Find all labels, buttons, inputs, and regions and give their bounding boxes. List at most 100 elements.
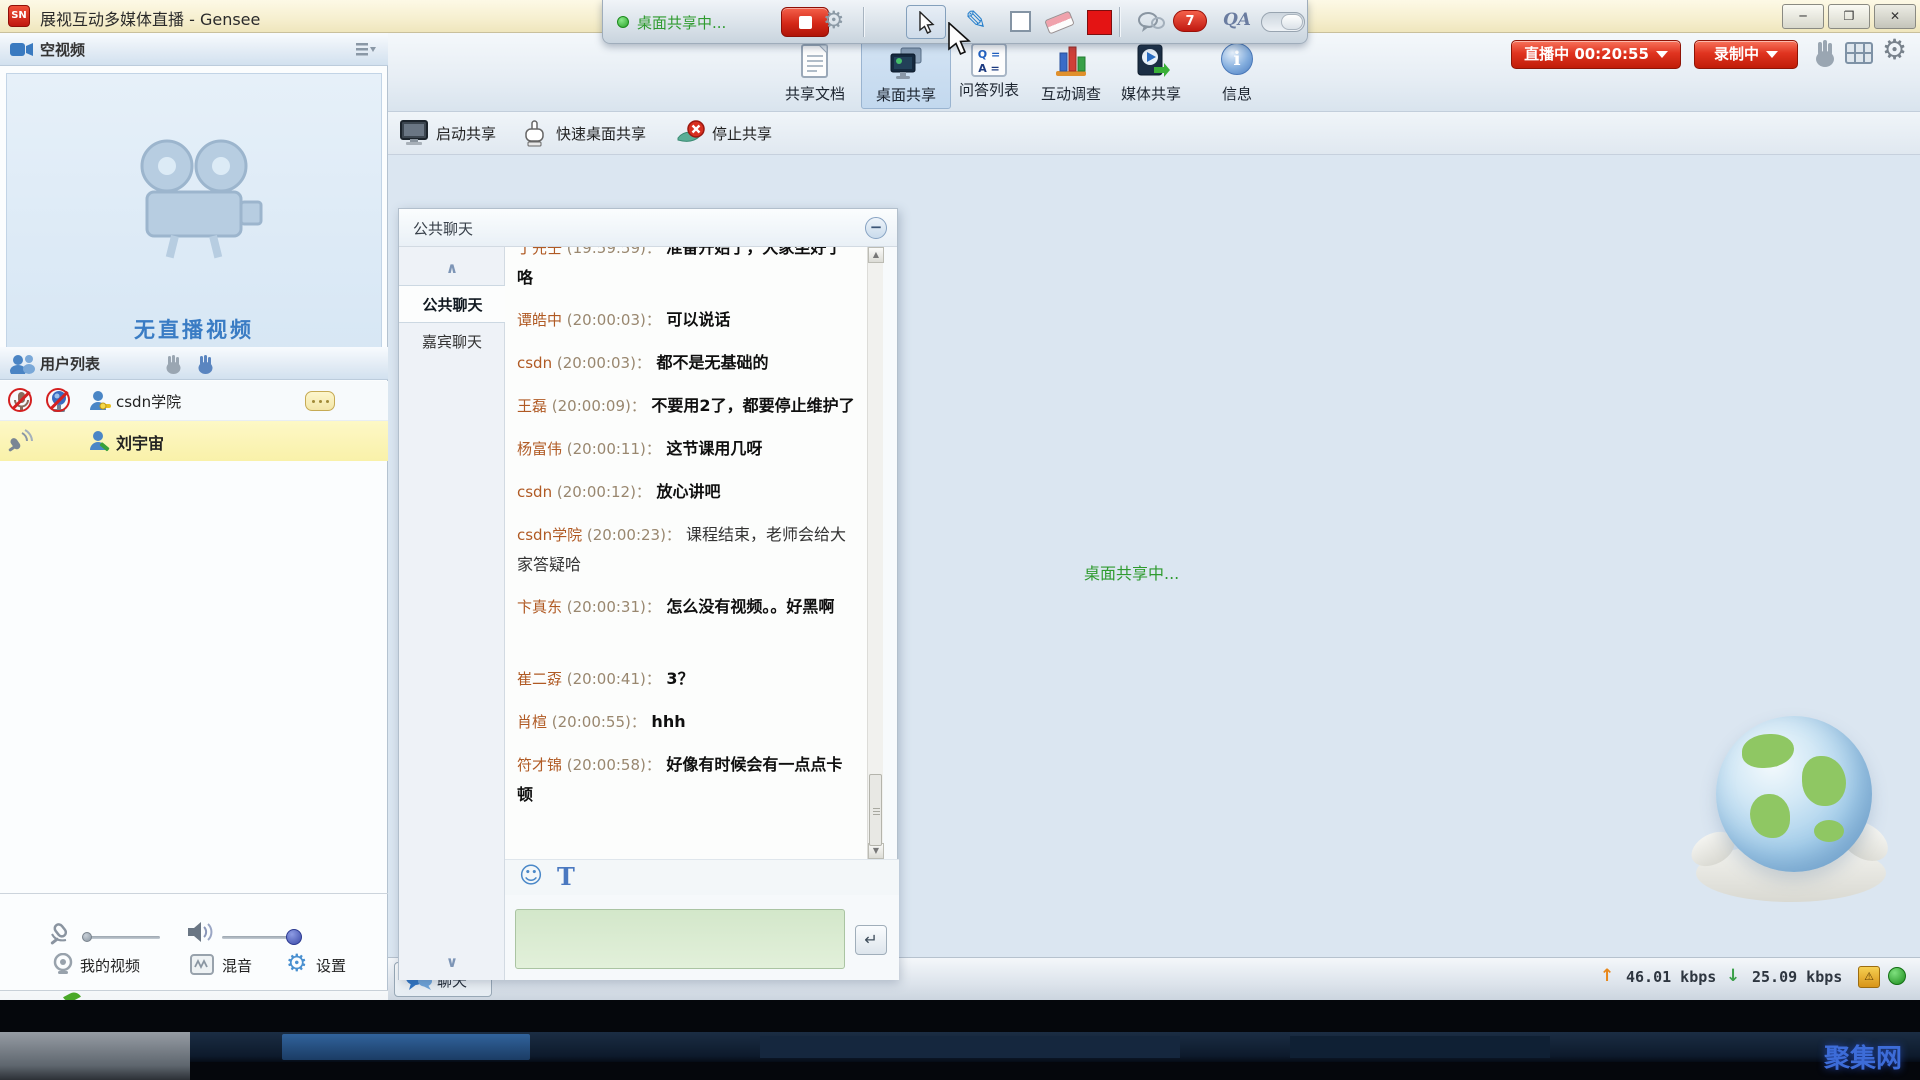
chevron-down-icon[interactable]: ∨ (399, 953, 505, 971)
red-color-swatch (1087, 10, 1112, 35)
eraser-icon (1044, 10, 1075, 35)
upload-arrow-icon: ↑ (1600, 966, 1615, 986)
chat-scrollbar[interactable]: ▲ ▼ (867, 247, 884, 859)
raise-hand-icon[interactable] (194, 354, 214, 374)
download-arrow-icon: ↓ (1726, 966, 1741, 986)
recording-status-button[interactable]: 录制中 (1694, 40, 1798, 69)
app-window: SN 展视互动多媒体直播 - Gensee ─ ❐ ✕ 空视频 无直播视频 用户… (0, 0, 1920, 1080)
layout-grid-icon[interactable] (1845, 42, 1873, 66)
sharing-status-dot (617, 16, 629, 28)
qa-icon[interactable]: QA (1223, 10, 1251, 30)
desktop-share-icon (887, 44, 925, 82)
chat-panel: 公共聊天 − ∧ 公共聊天 嘉宾聊天 ∨ 丁先壬 (19:59:59)： 准备开… (398, 208, 899, 980)
main-toolbar: 共享文档 桌面共享 Q = A = 问答列表 互动调查 媒体共享 i 信息 (388, 33, 1920, 112)
user-name: csdn学院 (116, 393, 182, 411)
chat-message: csdn (20:00:12)： 放心讲吧 (517, 482, 721, 501)
toolbar-desktop-share[interactable]: 桌面共享 (861, 37, 951, 109)
share-settings-gear-icon[interactable]: ⚙ (823, 8, 845, 32)
user-row-liuyuzhou[interactable]: 刘宇宙 (0, 421, 388, 461)
pointer-tool-button[interactable] (906, 5, 946, 39)
chat-message: 王磊 (20:00:09)： 不要用2了，都要停止维护了 (517, 396, 855, 415)
settings-button[interactable]: 设置 (316, 955, 346, 976)
start-share-icon (400, 120, 428, 145)
tab-guest-chat[interactable]: 嘉宾聊天 (399, 323, 505, 361)
toolbar-info[interactable]: i 信息 (1192, 37, 1282, 109)
close-button[interactable]: ✕ (1874, 4, 1916, 29)
chat-minimize-button[interactable]: − (865, 217, 887, 239)
camera-icon (10, 43, 33, 56)
connection-ok-icon (1888, 967, 1906, 985)
share-doc-icon (796, 43, 834, 81)
send-button[interactable]: ↵ (855, 925, 887, 955)
main-settings-gear-icon[interactable]: ⚙ (1882, 36, 1907, 64)
eraser-tool-button[interactable] (1039, 5, 1079, 39)
emoticon-button[interactable]: ☺ (519, 863, 543, 889)
chat-message-list[interactable]: 丁先壬 (19:59:59)： 准备开始了，大家坐好了咯谭皓中 (20:00:0… (505, 247, 867, 859)
upload-speed: 46.01 kbps (1626, 968, 1717, 986)
info-icon: i (1218, 43, 1256, 81)
raise-hand-toolbar-icon[interactable] (1810, 39, 1838, 67)
presenter-key-icon (90, 391, 111, 410)
unread-count-badge[interactable]: 7 (1173, 10, 1207, 32)
panel-menu-icon[interactable] (356, 43, 376, 56)
qa-list-icon: Q = A = (971, 43, 1007, 77)
maximize-button[interactable]: ❐ (1828, 4, 1870, 29)
toolbar-media-share[interactable]: 媒体共享 (1106, 37, 1196, 109)
chat-message: 杨富伟 (20:00:11)： 这节课用几呀 (517, 439, 763, 458)
user-name: 刘宇宙 (116, 434, 165, 453)
mic-volume-knob[interactable] (82, 932, 92, 942)
toolbar-survey[interactable]: 互动调查 (1026, 37, 1116, 109)
chevron-up-icon[interactable]: ∧ (399, 259, 505, 277)
mic-active-icon[interactable] (6, 429, 36, 455)
toolbar-share-doc[interactable]: 共享文档 (770, 37, 860, 109)
share-action-bar: 启动共享 快速桌面共享 停止共享 (388, 112, 1920, 155)
rectangle-icon (1010, 11, 1031, 32)
mix-button[interactable]: 混音 (222, 955, 252, 976)
overlay-chat-button[interactable] (1131, 5, 1171, 39)
rectangle-tool-button[interactable] (1001, 5, 1041, 39)
movie-camera-illustration (140, 139, 263, 259)
minimize-button[interactable]: ─ (1782, 4, 1824, 29)
presenter-pencil-icon (90, 431, 110, 452)
quick-share-button[interactable]: 快速桌面共享 (556, 123, 646, 144)
stop-sharing-button[interactable] (781, 7, 829, 37)
chat-message: 卞真东 (20:00:31)： 怎么没有视频。。好黑啊 (517, 597, 835, 616)
chat-format-bar: ☺ T (505, 859, 899, 895)
users-icon (10, 355, 35, 374)
my-video-button[interactable]: 我的视频 (80, 955, 140, 976)
chat-panel-title: 公共聊天 (413, 220, 474, 238)
quick-share-hand-icon (525, 120, 544, 147)
chat-input-box[interactable] (515, 909, 845, 969)
scroll-up-icon[interactable]: ▲ (868, 247, 884, 263)
text-format-button[interactable]: T (557, 862, 575, 891)
mic-disabled-icon[interactable] (8, 388, 36, 416)
user-list-title: 用户列表 (40, 355, 101, 373)
chat-message: 谭皓中 (20:00:03)： 可以说话 (517, 310, 731, 329)
chat-message: 丁先壬 (19:59:59)： 准备开始了，大家坐好了咯 (517, 247, 843, 287)
settings-gear-icon: ⚙ (286, 949, 308, 977)
network-warning-icon: ⚠ (1858, 966, 1880, 988)
color-swatch-button[interactable] (1079, 5, 1119, 39)
live-timer: 00:20:55 (1574, 45, 1649, 63)
chat-message: 崔二孬 (20:00:41)： 3？ (517, 669, 694, 688)
mic-volume-slider[interactable] (84, 936, 160, 939)
tab-public-chat[interactable]: 公共聊天 (399, 285, 506, 323)
pointer-arrow-icon (919, 10, 935, 34)
user-row-csdn[interactable]: csdn学院 (0, 381, 388, 421)
private-chat-icon[interactable] (305, 391, 335, 411)
start-share-button[interactable]: 启动共享 (436, 123, 496, 144)
dropdown-arrow-icon (1766, 51, 1778, 58)
chat-message: 符才锦 (20:00:58)： 好像有时候会有一点点卡顿 (517, 755, 843, 804)
video-panel-title: 空视频 (40, 41, 86, 59)
camera-disabled-icon[interactable] (46, 388, 74, 416)
scrollbar-thumb[interactable] (869, 774, 882, 846)
lower-hand-icon[interactable] (162, 354, 182, 374)
speaker-volume-knob[interactable] (286, 929, 302, 945)
stop-share-button[interactable]: 停止共享 (712, 123, 772, 144)
webcam-icon (53, 953, 73, 974)
chat-message: csdn (20:00:03)： 都不是无基础的 (517, 353, 769, 372)
desktop-sharing-note: 桌面共享中... (1084, 564, 1180, 583)
download-speed: 25.09 kbps (1752, 968, 1843, 986)
live-status-button[interactable]: 直播中 00:20:55 (1511, 40, 1681, 69)
overlay-toggle-switch[interactable] (1261, 12, 1305, 32)
